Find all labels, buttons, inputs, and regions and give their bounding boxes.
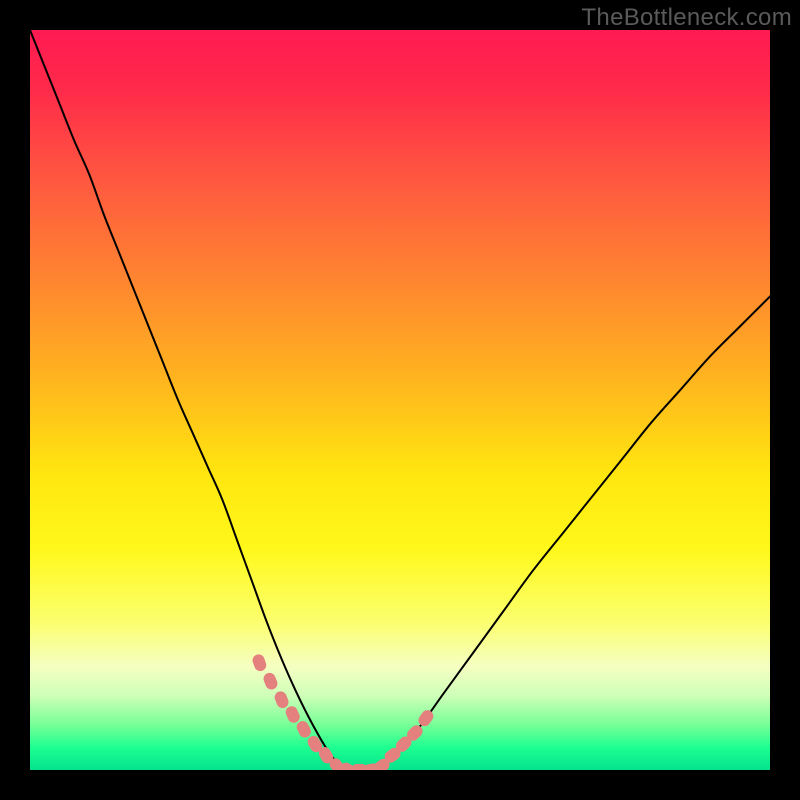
curve-marker: [251, 653, 268, 673]
curve-marker: [273, 690, 290, 710]
curve-marker: [284, 704, 302, 724]
chart-frame: TheBottleneck.com: [0, 0, 800, 800]
marker-group-left: [251, 653, 336, 766]
bottleneck-curve: [30, 30, 770, 770]
marker-group-floor: [327, 756, 392, 770]
watermark-text: TheBottleneck.com: [581, 4, 792, 32]
curve-marker: [416, 708, 436, 729]
curve-marker: [262, 671, 279, 691]
chart-svg: [30, 30, 770, 770]
marker-group-right: [382, 708, 436, 765]
plot-area: [30, 30, 770, 770]
